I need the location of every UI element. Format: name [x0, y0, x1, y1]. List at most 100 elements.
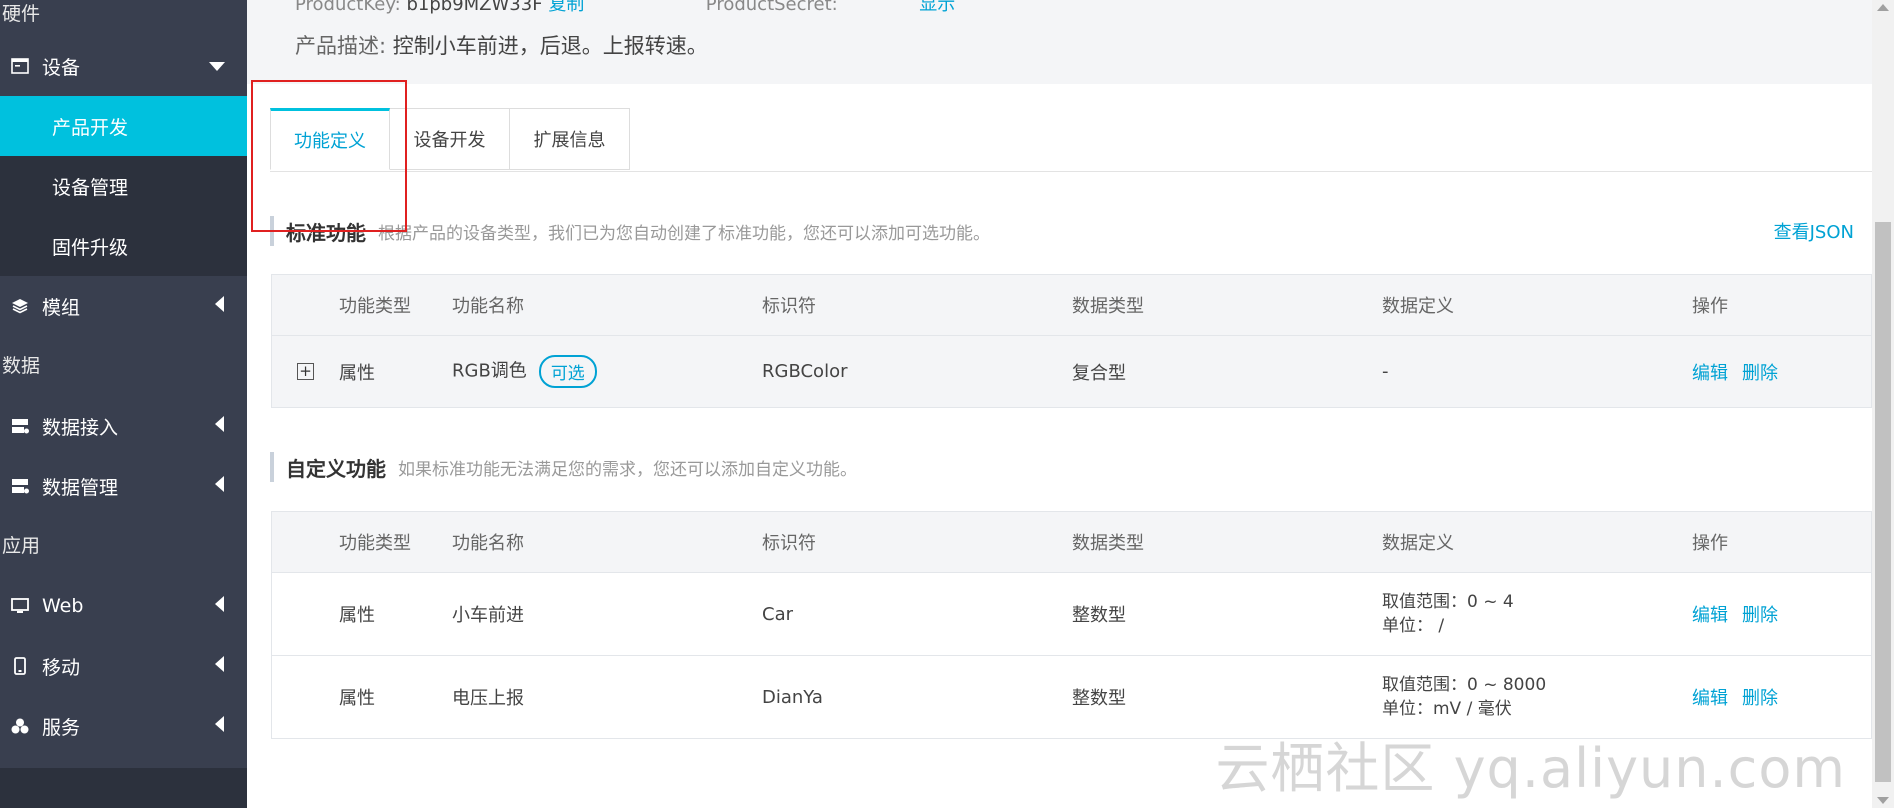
caret-down-icon — [209, 55, 225, 77]
col-header-identifier: 标识符 — [762, 296, 816, 317]
cell-data-type: 整数型 — [1072, 688, 1126, 709]
cell-data-type: 复合型 — [1072, 362, 1126, 384]
sidebar-subitem-product-dev[interactable]: 产品开发 — [0, 96, 247, 156]
sidebar-item-data-manage[interactable]: 数据管理 — [0, 456, 247, 516]
sidebar-item-service[interactable]: 服务 — [0, 696, 247, 756]
table-row: 属性 小车前进 Car 整数型 取值范围：0 ~ 4 单位： / 编辑 删除 — [272, 573, 1871, 656]
tab-device-development[interactable]: 设备开发 — [390, 108, 510, 170]
copy-link[interactable]: 复制 — [548, 0, 584, 15]
standard-function-table: 功能类型 功能名称 标识符 数据类型 数据定义 操作 + 属性 RGB调色 可选 … — [271, 274, 1872, 408]
delete-link[interactable]: 删除 — [1742, 605, 1778, 626]
view-json-link[interactable]: 查看JSON — [1774, 218, 1854, 244]
highlight-annotation-box — [251, 80, 407, 232]
sidebar-subitem-firmware-upgrade[interactable]: 固件升级 — [0, 216, 247, 276]
sidebar-item-label: Web — [42, 595, 84, 617]
cell-data-def: 取值范围：0 ~ 8000 单位：mV / 毫伏 — [1382, 673, 1546, 721]
table-header: 功能类型 功能名称 标识符 数据类型 数据定义 操作 — [272, 512, 1871, 573]
cell-actions: 编辑 删除 — [1692, 684, 1792, 710]
sidebar-item-label: 设备 — [42, 56, 81, 79]
sidebar-item-mobile[interactable]: 移动 — [0, 636, 247, 696]
device-icon — [10, 56, 30, 76]
sidebar: 硬件 设备 产品开发 设备管理 固件升级 模组 数据 数据接入 数据管理 应用 … — [0, 0, 247, 808]
sidebar-item-label: 数据接入 — [42, 416, 119, 439]
product-secret-label: ProductSecret: — [705, 0, 838, 15]
delete-link[interactable]: 删除 — [1742, 363, 1778, 384]
col-header-data-def: 数据定义 — [1382, 296, 1454, 317]
sidebar-section-hardware: 硬件 — [2, 3, 41, 25]
main-content: ProductKey: b1pb9MZW33F 复制 ProductSecret… — [247, 0, 1872, 808]
table-row: + 属性 RGB调色 可选 RGBColor 复合型 - 编辑 删除 — [272, 336, 1871, 407]
cell-type: 属性 — [339, 605, 375, 626]
cell-name: 小车前进 — [452, 605, 524, 626]
col-header-data-type: 数据类型 — [1072, 533, 1144, 554]
sidebar-section-app: 应用 — [2, 535, 41, 557]
server-icon — [10, 476, 30, 496]
col-header-identifier: 标识符 — [762, 533, 816, 554]
scroll-down-arrow-icon[interactable] — [1877, 797, 1889, 804]
data-range: 取值范围：0 ~ 4 — [1382, 592, 1514, 612]
col-header-data-def: 数据定义 — [1382, 533, 1454, 554]
col-header-type: 功能类型 — [339, 533, 411, 554]
product-desc-label: 产品描述: — [295, 34, 387, 58]
scroll-up-arrow-icon[interactable] — [1877, 4, 1889, 11]
custom-section-header: 自定义功能 如果标准功能无法满足您的需求，您还可以添加自定义功能。 — [270, 452, 857, 482]
col-header-actions: 操作 — [1692, 533, 1728, 554]
layers-icon — [10, 296, 30, 316]
data-unit: 单位： / — [1382, 616, 1445, 636]
watermark: 云栖社区 yq.aliyun.com — [1215, 737, 1846, 800]
vertical-scrollbar[interactable] — [1872, 0, 1894, 808]
product-info-panel: ProductKey: b1pb9MZW33F 复制 ProductSecret… — [247, 0, 1872, 84]
cell-identifier: DianYa — [762, 686, 823, 708]
edit-link[interactable]: 编辑 — [1692, 363, 1728, 384]
custom-function-table: 功能类型 功能名称 标识符 数据类型 数据定义 操作 属性 小车前进 Car 整… — [271, 511, 1872, 739]
sidebar-subitem-device-manage[interactable]: 设备管理 — [0, 156, 247, 216]
caret-left-icon — [215, 715, 225, 737]
product-key-label: ProductKey: — [295, 0, 401, 15]
sidebar-item-label: 模组 — [42, 296, 81, 319]
cubes-icon — [10, 716, 30, 736]
sidebar-item-device[interactable]: 设备 — [0, 36, 247, 96]
custom-section-title: 自定义功能 — [286, 456, 386, 481]
cell-identifier: Car — [762, 603, 793, 625]
optional-badge: 可选 — [538, 355, 597, 388]
col-header-type: 功能类型 — [339, 296, 411, 317]
cell-data-def: 取值范围：0 ~ 4 单位： / — [1382, 590, 1514, 638]
sidebar-footer — [0, 768, 247, 808]
cell-type: 属性 — [339, 362, 375, 384]
product-desc-value: 控制小车前进，后退。上报转速。 — [392, 34, 708, 58]
caret-left-icon — [215, 475, 225, 497]
sidebar-item-label: 服务 — [42, 716, 81, 739]
data-unit: 单位：mV / 毫伏 — [1382, 699, 1512, 719]
tab-divider — [270, 171, 1872, 172]
standard-section-desc: 根据产品的设备类型，我们已为您自动创建了标准功能，您还可以添加可选功能。 — [378, 223, 990, 244]
delete-link[interactable]: 删除 — [1742, 688, 1778, 709]
sidebar-item-label: 移动 — [42, 656, 81, 679]
mobile-icon — [10, 656, 30, 676]
cell-name-text: RGB调色 — [452, 360, 527, 382]
product-desc-row: 产品描述: 控制小车前进，后退。上报转速。 — [295, 30, 708, 60]
cell-actions: 编辑 删除 — [1692, 601, 1792, 627]
cell-name: 电压上报 — [452, 688, 524, 709]
caret-left-icon — [215, 415, 225, 437]
edit-link[interactable]: 编辑 — [1692, 605, 1728, 626]
server-icon — [10, 416, 30, 436]
expand-row-button[interactable]: + — [297, 363, 314, 380]
tab-extended-info[interactable]: 扩展信息 — [510, 108, 630, 170]
sidebar-item-module[interactable]: 模组 — [0, 276, 247, 336]
data-range: 取值范围：0 ~ 8000 — [1382, 675, 1547, 695]
sidebar-item-data-access[interactable]: 数据接入 — [0, 396, 247, 456]
caret-left-icon — [215, 655, 225, 677]
cell-name: RGB调色 可选 — [452, 355, 597, 388]
scrollbar-thumb[interactable] — [1875, 222, 1891, 782]
monitor-icon — [10, 596, 30, 616]
edit-link[interactable]: 编辑 — [1692, 688, 1728, 709]
sidebar-item-label: 数据管理 — [42, 476, 119, 499]
caret-left-icon — [215, 295, 225, 317]
col-header-name: 功能名称 — [452, 533, 524, 554]
caret-left-icon — [215, 595, 225, 617]
col-header-actions: 操作 — [1692, 296, 1728, 317]
product-key-value: b1pb9MZW33F — [406, 0, 543, 15]
cell-identifier: RGBColor — [762, 361, 848, 382]
sidebar-item-web[interactable]: Web — [0, 576, 247, 636]
show-secret-link[interactable]: 显示 — [919, 0, 955, 15]
